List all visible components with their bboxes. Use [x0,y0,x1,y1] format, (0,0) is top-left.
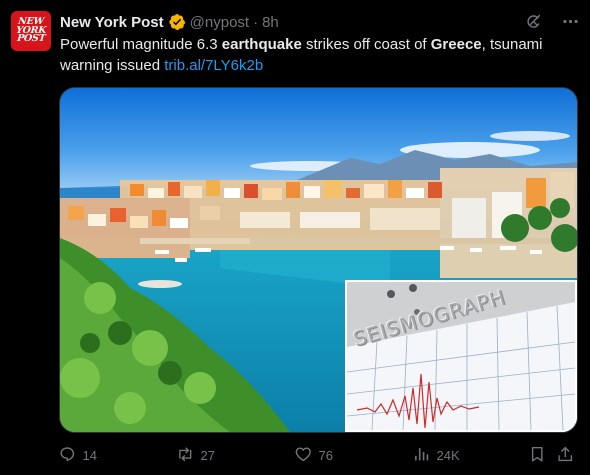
verified-icon[interactable] [168,13,186,31]
action-bar: 14 27 76 24K [58,445,575,465]
tweet-text-part: Powerful magnitude 6.3 [60,36,222,53]
tweet-text-part: strikes off coast of [301,36,431,53]
like-icon [294,445,313,467]
share-icon [556,445,575,467]
repost-count: 27 [200,448,215,464]
grok-icon[interactable] [524,12,543,36]
repost-icon [176,445,195,467]
bookmark-icon [528,445,547,467]
seismograph-inset: SEISMOGRAPH [345,280,577,432]
tweet-header: New York Post @nypost · 8h [60,12,279,32]
repost-button[interactable]: 27 [176,445,215,467]
tweet-text: Powerful magnitude 6.3 earthquake strike… [60,34,575,76]
tweet-keyword-greece: Greece [430,36,482,53]
separator-dot: · [253,13,259,31]
views-icon [412,445,431,467]
tweet-keyword-earthquake: earthquake [221,36,302,53]
views-button[interactable]: 24K [412,445,460,467]
avatar[interactable]: NEW YORK POST [11,11,51,51]
more-icon[interactable] [561,12,580,36]
account-name[interactable]: New York Post [60,14,164,31]
post-time[interactable]: 8h [262,14,279,31]
views-count: 24K [436,448,460,464]
media-image[interactable]: SEISMOGRAPH [59,87,578,433]
top-icons [524,12,580,36]
like-count: 76 [318,448,333,464]
share-button[interactable] [556,445,575,467]
reply-count: 14 [82,448,97,464]
avatar-text-3: POST [16,33,46,45]
reply-button[interactable]: 14 [58,445,97,467]
tweet-link[interactable]: trib.al/7LY6k2b [164,57,263,74]
account-handle[interactable]: @nypost [190,14,249,31]
like-button[interactable]: 76 [294,445,333,467]
bookmark-button[interactable] [528,445,547,467]
reply-icon [58,445,77,467]
